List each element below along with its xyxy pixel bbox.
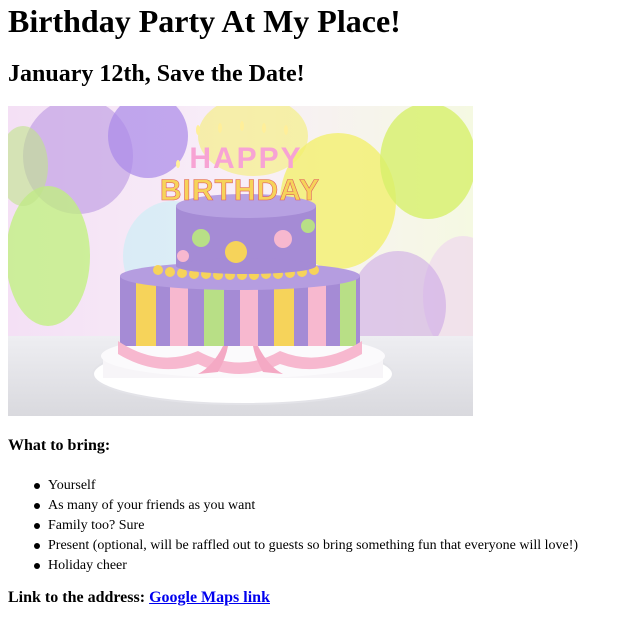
topper-birthday: BIRTHDAY bbox=[160, 174, 320, 207]
birthday-cake-image: HAPPY BIRTHDAY bbox=[8, 106, 473, 416]
list-item: Holiday cheer bbox=[34, 556, 614, 576]
page-title: Birthday Party At My Place! bbox=[8, 3, 401, 39]
address-label: Link to the address: bbox=[8, 589, 146, 606]
list-item: As many of your friends as you want bbox=[34, 496, 614, 516]
page-subtitle: January 12th, Save the Date! bbox=[8, 61, 305, 87]
list-item: Family too? Sure bbox=[34, 516, 614, 536]
bring-list: Yourself As many of your friends as you … bbox=[8, 476, 614, 576]
page: Birthday Party At My Place! January 12th… bbox=[0, 0, 622, 608]
topper-happy: HAPPY bbox=[189, 142, 302, 175]
bring-heading: What to bring: bbox=[8, 437, 111, 454]
google-maps-link[interactable]: Google Maps link bbox=[149, 589, 270, 606]
address-line: Link to the address: Google Maps link bbox=[8, 588, 614, 608]
list-item: Yourself bbox=[34, 476, 614, 496]
list-item: Present (optional, will be raffled out t… bbox=[34, 536, 614, 556]
